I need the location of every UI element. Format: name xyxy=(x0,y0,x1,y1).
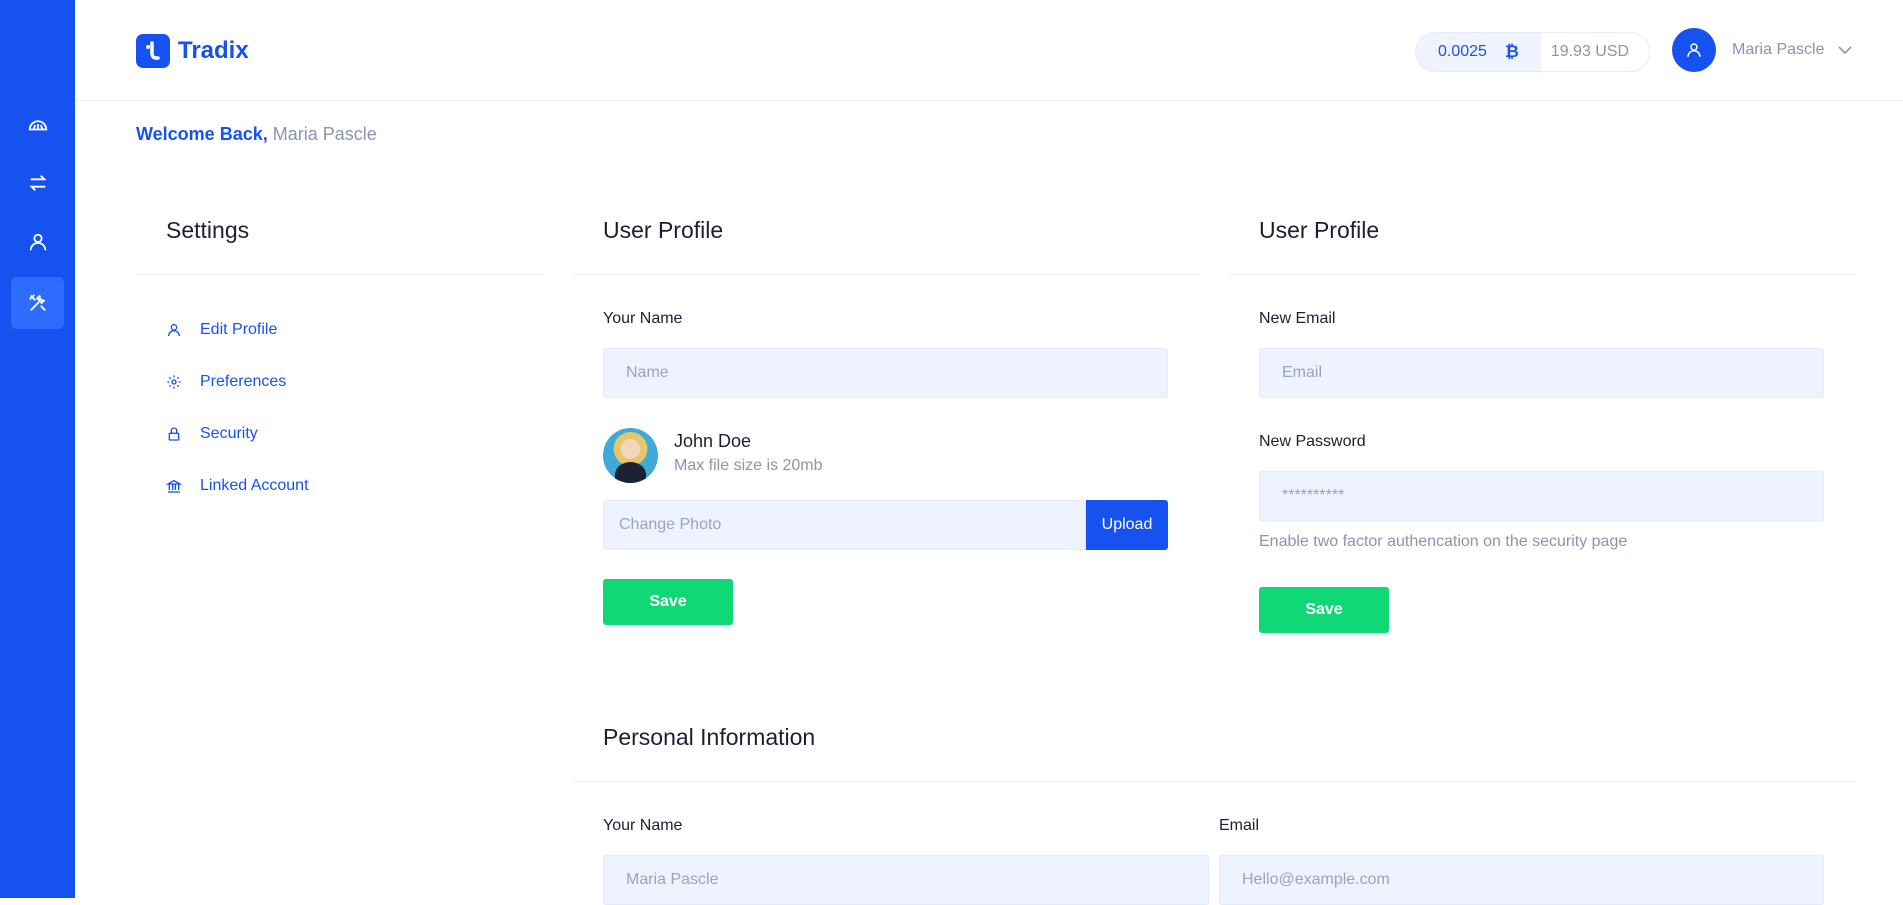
your-name-input[interactable]: Name xyxy=(603,348,1168,398)
settings-item-label: Edit Profile xyxy=(200,321,278,338)
bitcoin-icon: ₿ xyxy=(1504,42,1519,61)
new-email-input[interactable]: Email xyxy=(1259,348,1824,398)
settings-title: Settings xyxy=(166,217,250,243)
sidebar xyxy=(0,0,75,898)
user-menu[interactable]: Maria Pascle xyxy=(1672,28,1853,72)
logo[interactable]: Tradix xyxy=(136,34,249,68)
btc-amount: 0.0025 xyxy=(1438,43,1487,60)
chevron-down-icon xyxy=(1838,45,1853,54)
sidebar-item-exchange[interactable] xyxy=(11,157,64,209)
photo-size-hint: Max file size is 20mb xyxy=(674,457,823,474)
lock-icon xyxy=(168,427,180,441)
sidebar-item-profile[interactable] xyxy=(11,216,64,268)
exchange-icon xyxy=(28,175,47,191)
sidebar-item-settings[interactable] xyxy=(11,277,64,329)
photo-upload-group: Change Photo Upload xyxy=(603,500,1168,550)
wallet-balance[interactable]: 0.0025 ₿ 19.93 USD xyxy=(1415,32,1651,72)
settings-item-edit-profile[interactable]: Edit Profile xyxy=(166,321,277,339)
personal-email-label: Email xyxy=(1219,817,1260,834)
photo-owner-name: John Doe xyxy=(674,431,752,451)
user-icon xyxy=(1687,43,1701,57)
account-card-title: User Profile xyxy=(1259,217,1380,243)
btc-balance: 0.0025 ₿ xyxy=(1416,33,1541,71)
profile-photo xyxy=(603,428,658,483)
settings-item-preferences[interactable]: Preferences xyxy=(166,373,286,391)
new-password-label: New Password xyxy=(1259,433,1366,450)
settings-tools-icon xyxy=(28,294,46,311)
settings-item-label: Linked Account xyxy=(200,477,309,494)
user-name: Maria Pascle xyxy=(1732,41,1825,58)
sidebar-item-dashboard[interactable] xyxy=(11,98,64,150)
bank-icon xyxy=(166,479,182,493)
profile-card-divider xyxy=(573,274,1199,275)
new-password-input[interactable]: ********** xyxy=(1259,471,1824,521)
personal-info-divider xyxy=(573,781,1855,782)
settings-item-label: Security xyxy=(200,425,258,442)
avatar xyxy=(1672,28,1716,72)
welcome-greeting: Welcome Back, xyxy=(136,124,268,144)
user-icon xyxy=(29,233,46,251)
dashboard-icon xyxy=(28,120,47,131)
usd-balance: 19.93 USD xyxy=(1550,43,1630,60)
settings-item-label: Preferences xyxy=(200,373,287,390)
personal-info-title: Personal Information xyxy=(603,724,816,750)
profile-card-title: User Profile xyxy=(603,217,724,243)
logo-text: Tradix xyxy=(178,37,249,64)
new-email-label: New Email xyxy=(1259,310,1336,327)
settings-divider xyxy=(136,274,544,275)
settings-item-linked-account[interactable]: Linked Account xyxy=(166,477,309,495)
user-icon xyxy=(168,324,180,337)
settings-item-security[interactable]: Security xyxy=(166,425,258,443)
account-save-button[interactable]: Save xyxy=(1259,587,1389,633)
topbar: Tradix 0.0025 ₿ 19.93 USD Maria Pascle xyxy=(75,0,1903,101)
welcome-message: Welcome Back, Maria Pascle xyxy=(136,124,377,145)
two-factor-hint: Enable two factor authencation on the se… xyxy=(1259,533,1628,550)
account-card-divider xyxy=(1229,274,1855,275)
your-name-label: Your Name xyxy=(603,310,683,327)
gear-icon xyxy=(167,375,181,389)
logo-icon xyxy=(136,34,170,68)
personal-name-label: Your Name xyxy=(603,817,683,834)
upload-button[interactable]: Upload xyxy=(1086,500,1168,550)
profile-save-button[interactable]: Save xyxy=(603,579,733,625)
welcome-name: Maria Pascle xyxy=(272,124,377,144)
change-photo-input[interactable]: Change Photo xyxy=(603,500,1086,550)
